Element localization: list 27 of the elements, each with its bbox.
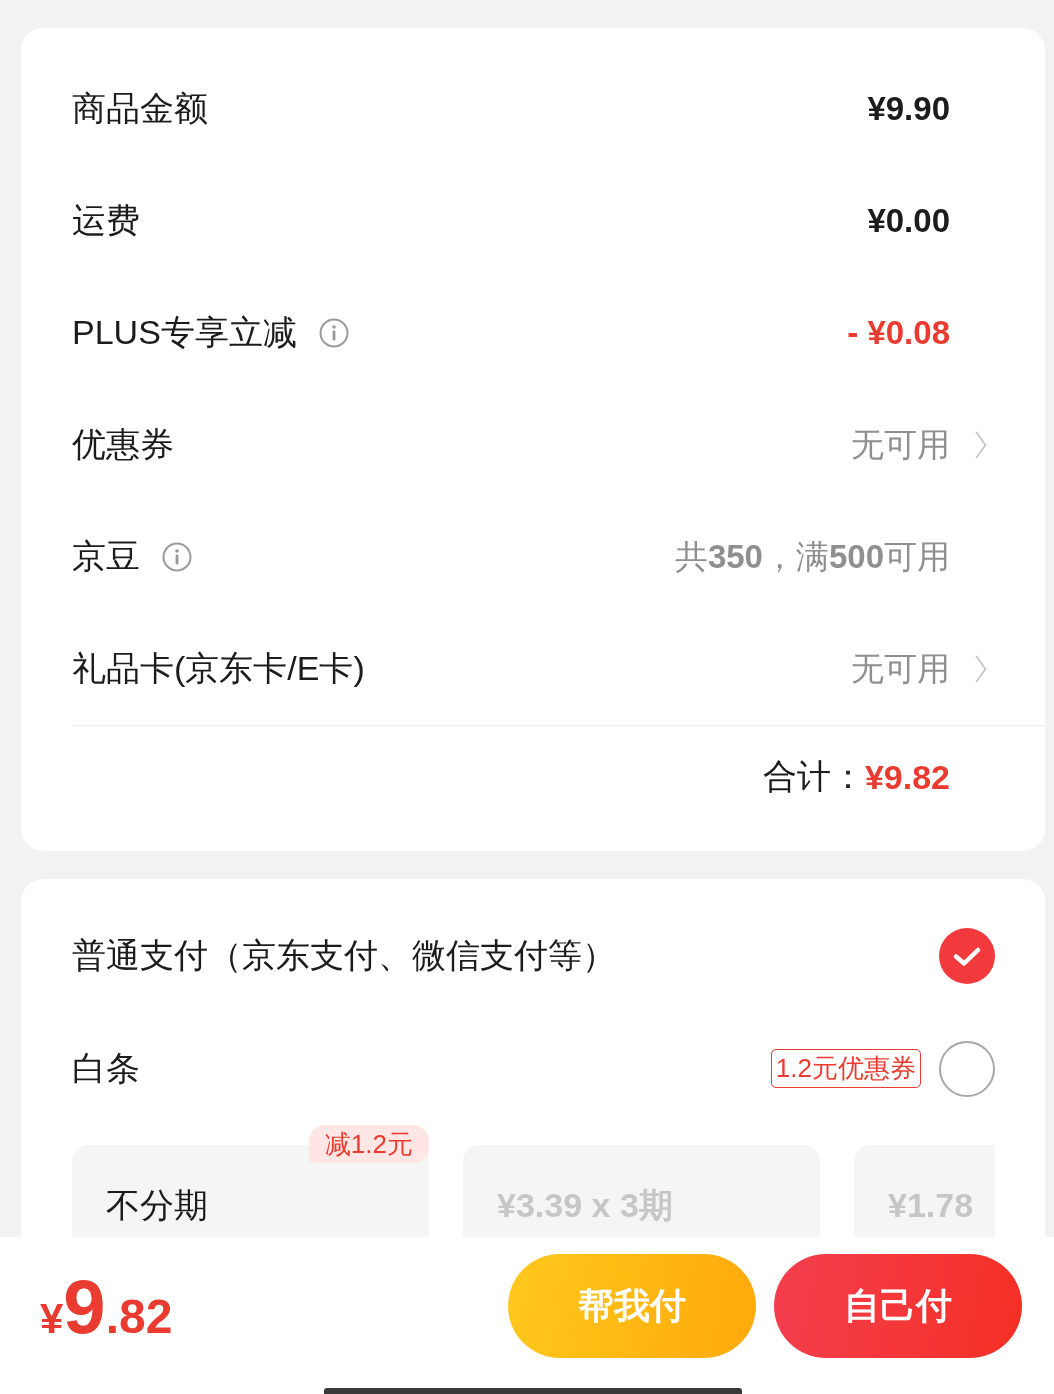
fee-label: 运费 — [72, 200, 140, 241]
fee-value: 无可用 — [851, 648, 950, 689]
fee-label: 优惠券 — [72, 424, 174, 465]
info-icon[interactable] — [318, 318, 349, 348]
total-value: ¥9.82 — [864, 757, 950, 797]
coupon-tag: 1.2元优惠券 — [770, 1049, 921, 1088]
radio-button[interactable] — [939, 927, 995, 984]
info-icon[interactable] — [162, 542, 192, 572]
fee-label: 礼品卡(京东卡/E卡) — [72, 648, 365, 689]
total-label: 合计： — [762, 756, 865, 797]
chevron-right-icon[interactable] — [975, 431, 987, 459]
fee-label: PLUS专享立减 — [72, 312, 297, 353]
discount-badge: 减1.2元 — [308, 1125, 429, 1163]
payment-method-label: 普通支付（京东支付、微信支付等） — [72, 934, 616, 976]
radio-button[interactable] — [939, 1040, 995, 1097]
fee-value: - ¥0.08 — [847, 314, 950, 352]
fee-value: ¥0.00 — [867, 202, 950, 240]
chevron-right-icon[interactable] — [975, 655, 987, 683]
fee-label: 商品金额 — [72, 88, 208, 129]
fee-value: 无可用 — [851, 424, 950, 465]
fee-value: 共350，满500可用 — [674, 536, 950, 577]
fee-value: ¥9.90 — [867, 90, 950, 128]
total-price: ¥9.82 — [40, 1262, 174, 1350]
pay-button[interactable]: 自己付 — [774, 1254, 1022, 1358]
fee-label: 京豆 — [72, 536, 140, 577]
payment-method-label: 白条 — [72, 1047, 140, 1089]
pay-for-me-button[interactable]: 帮我付 — [508, 1254, 756, 1358]
